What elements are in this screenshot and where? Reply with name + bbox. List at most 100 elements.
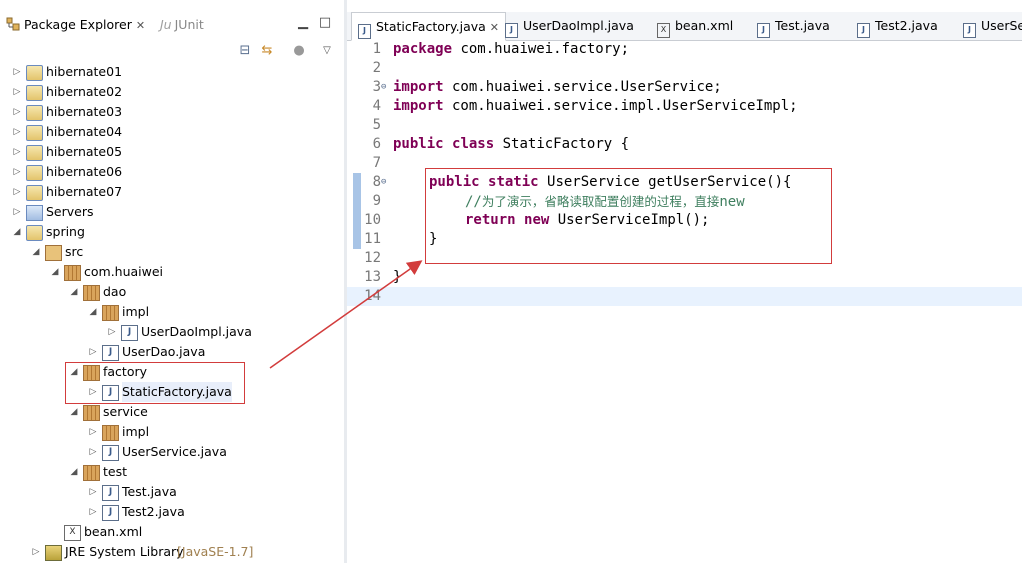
java-file-icon: J <box>102 505 119 521</box>
editor-tab-bean-xml[interactable]: Xbean.xml <box>657 12 733 40</box>
tab-junit-label: JUnit <box>174 17 204 32</box>
tab-junit[interactable]: Ju JUnit <box>160 12 204 38</box>
collapse-arrow-icon[interactable]: ◢ <box>31 242 41 262</box>
expand-arrow-icon[interactable]: ▷ <box>88 482 98 502</box>
tree-item-label: Test.java <box>122 484 177 499</box>
code-line: 2 <box>372 60 381 76</box>
package-icon <box>102 425 119 441</box>
link-with-editor-icon[interactable]: ⇆ <box>258 42 276 60</box>
editor-tab-label: UserSe <box>981 18 1022 33</box>
explorer-tab-bar: Package Explorer ✕ Ju JUnit ▁ □ <box>0 12 344 40</box>
package-icon <box>83 465 100 481</box>
method-highlight-box <box>425 168 832 264</box>
expand-arrow-icon[interactable]: ▷ <box>88 442 98 462</box>
xml-file-icon: X <box>657 23 670 38</box>
tree-item-label: hibernate05 <box>46 144 123 159</box>
expand-arrow-icon[interactable]: ▷ <box>88 422 98 442</box>
tree-item-label: UserDao.java <box>122 344 206 359</box>
editor-tab-test2[interactable]: J Test2.java <box>857 12 938 40</box>
expand-arrow-icon[interactable]: ▷ <box>12 202 22 222</box>
current-code-line: 14 <box>347 287 1022 306</box>
tab-package-explorer[interactable]: Package Explorer ✕ <box>6 12 145 38</box>
tree-item-label: src <box>65 244 84 259</box>
maximize-icon[interactable]: □ <box>316 14 334 32</box>
fold-marker-icon[interactable]: ⊖ <box>381 78 386 97</box>
project-icon <box>26 105 43 121</box>
editor-tab-staticfactory[interactable]: J StaticFactory.java ✕ <box>351 12 507 42</box>
close-icon[interactable]: ✕ <box>136 13 145 39</box>
code-line: 1 package com.huaiwei.factory; <box>372 41 630 57</box>
expand-arrow-icon[interactable]: ▷ <box>12 162 22 182</box>
collapse-all-icon[interactable]: ⊟ <box>236 42 254 60</box>
collapse-arrow-icon[interactable]: ◢ <box>12 222 22 242</box>
code-line: 3 ⊖ import com.huaiwei.service.UserService… <box>372 78 722 97</box>
junit-icon: Ju <box>160 17 172 32</box>
java-file-icon: J <box>757 23 770 38</box>
expand-arrow-icon[interactable]: ▷ <box>88 502 98 522</box>
tree-item-label: UserService.java <box>122 444 227 459</box>
package-icon <box>102 305 119 321</box>
editor-tab-userservice[interactable]: J UserSe <box>963 12 1022 40</box>
project-icon <box>26 225 43 241</box>
tree-item-label: impl <box>122 304 150 319</box>
xml-file-icon: X <box>64 525 81 541</box>
collapse-arrow-icon[interactable]: ◢ <box>69 282 79 302</box>
editor-tab-label: bean.xml <box>675 18 734 33</box>
expand-arrow-icon[interactable]: ▷ <box>31 542 41 562</box>
tree-item-label: UserDaoImpl.java <box>141 324 252 339</box>
java-file-icon: J <box>963 23 976 38</box>
package-explorer-icon <box>6 14 20 31</box>
source-folder-icon <box>45 245 62 261</box>
tree-item-label: hibernate01 <box>46 64 123 79</box>
collapse-arrow-icon[interactable]: ◢ <box>88 302 98 322</box>
java-file-icon: J <box>102 485 119 501</box>
tree-item-label: Test2.java <box>122 504 185 519</box>
java-file-icon: J <box>505 23 518 38</box>
factory-highlight-box <box>65 362 245 404</box>
expand-arrow-icon[interactable]: ▷ <box>12 122 22 142</box>
library-icon <box>45 545 62 561</box>
expand-arrow-icon[interactable]: ▷ <box>12 102 22 122</box>
expand-arrow-icon[interactable]: ▷ <box>12 182 22 202</box>
expand-arrow-icon[interactable]: ▷ <box>12 62 22 82</box>
java-interface-icon: J <box>102 345 119 361</box>
package-explorer-panel: Package Explorer ✕ Ju JUnit ▁ □ ⊟ ⇆ ● ▽ ▷ h… <box>0 0 345 563</box>
filters-icon[interactable]: ● <box>290 42 308 60</box>
package-icon <box>64 265 81 281</box>
java-interface-icon: J <box>102 445 119 461</box>
explorer-toolbar: ⊟ ⇆ ● ▽ <box>0 40 344 64</box>
view-menu-chevron-down-icon[interactable]: ▽ <box>318 42 336 60</box>
java-file-icon: J <box>121 325 138 341</box>
tree-item-label: Servers <box>46 204 94 219</box>
collapse-arrow-icon[interactable]: ◢ <box>69 402 79 422</box>
tree-item-suffix: [JavaSE-1.7] <box>177 544 254 559</box>
editor-tab-label: Test2.java <box>875 18 938 33</box>
expand-arrow-icon[interactable]: ▷ <box>12 82 22 102</box>
collapse-arrow-icon[interactable]: ◢ <box>50 262 60 282</box>
editor-tab-test[interactable]: J Test.java <box>757 12 830 40</box>
project-icon <box>26 145 43 161</box>
code-area[interactable]: 1 package com.huaiwei.factory; 2 3 ⊖ import… <box>347 40 1022 563</box>
expand-arrow-icon[interactable]: ▷ <box>107 322 117 342</box>
tree-item-label: com.huaiwei <box>84 264 164 279</box>
editor-tab-bar: J StaticFactory.java ✕ J UserDaoImpl.java X… <box>347 12 1022 41</box>
package-icon <box>83 405 100 421</box>
collapse-arrow-icon[interactable]: ◢ <box>69 462 79 482</box>
project-icon <box>26 185 43 201</box>
fold-marker-icon[interactable]: ⊖ <box>381 173 386 192</box>
tree-item-label: bean.xml <box>84 524 143 539</box>
editor-tab-userdaoimpl[interactable]: J UserDaoImpl.java <box>505 12 634 40</box>
java-file-icon: J <box>857 23 870 38</box>
tree-item-label: hibernate04 <box>46 124 123 139</box>
expand-arrow-icon[interactable]: ▷ <box>88 342 98 362</box>
tree-item-label: test <box>103 464 128 479</box>
tree-item-label: hibernate02 <box>46 84 123 99</box>
close-icon[interactable]: ✕ <box>490 14 499 42</box>
folder-icon <box>26 205 43 221</box>
editor-tab-label: Test.java <box>775 18 830 33</box>
java-editor: J StaticFactory.java ✕ J UserDaoImpl.java X… <box>347 0 1022 563</box>
tree-item-label: spring <box>46 224 85 239</box>
expand-arrow-icon[interactable]: ▷ <box>12 142 22 162</box>
tree-item-label: JRE System Library <box>65 544 184 559</box>
minimize-icon[interactable]: ▁ <box>294 14 312 32</box>
